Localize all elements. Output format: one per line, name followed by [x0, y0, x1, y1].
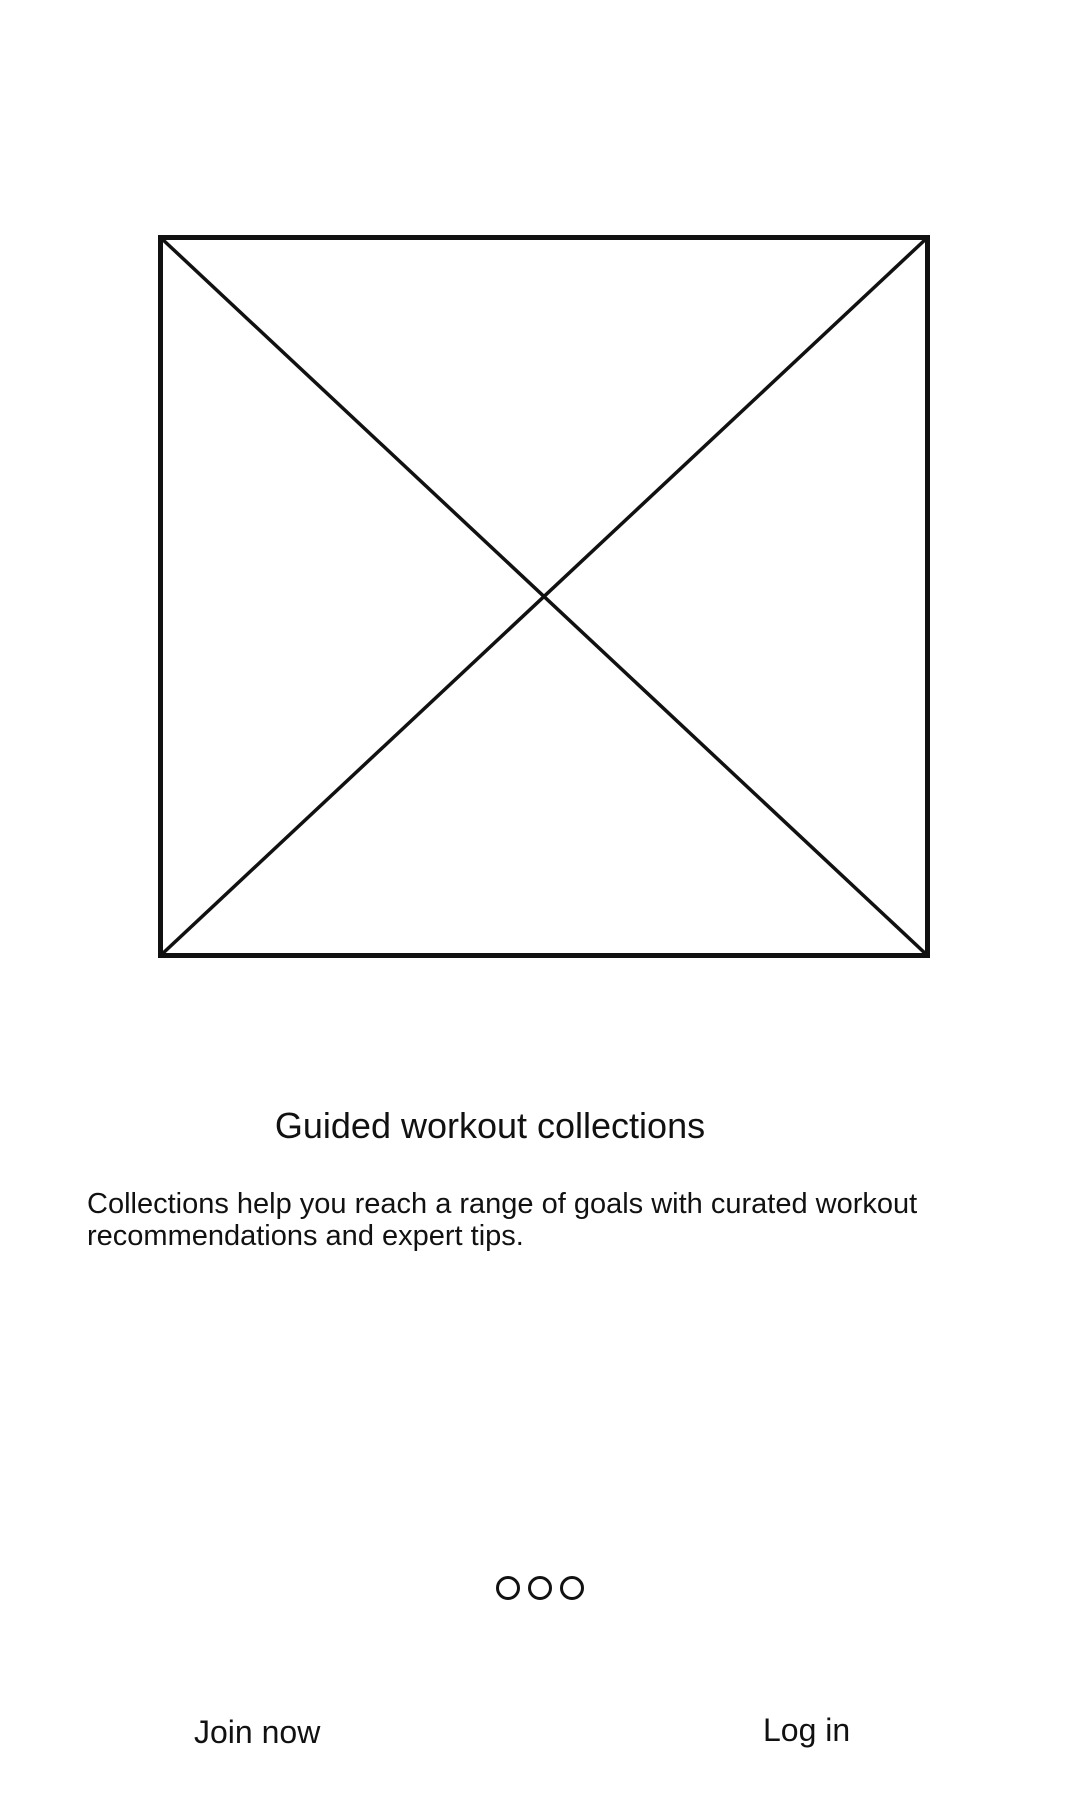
page-indicator-dot-3[interactable]	[560, 1576, 584, 1600]
image-placeholder-icon	[158, 235, 930, 958]
page-indicator-dot-1[interactable]	[496, 1576, 520, 1600]
page-title: Guided workout collections	[274, 1105, 706, 1146]
page-indicator	[0, 1576, 1080, 1600]
join-now-button[interactable]: Join now	[194, 1712, 320, 1752]
page-description: Collections help you reach a range of go…	[87, 1188, 918, 1252]
page-indicator-dot-2[interactable]	[528, 1576, 552, 1600]
log-in-button[interactable]: Log in	[763, 1710, 850, 1750]
